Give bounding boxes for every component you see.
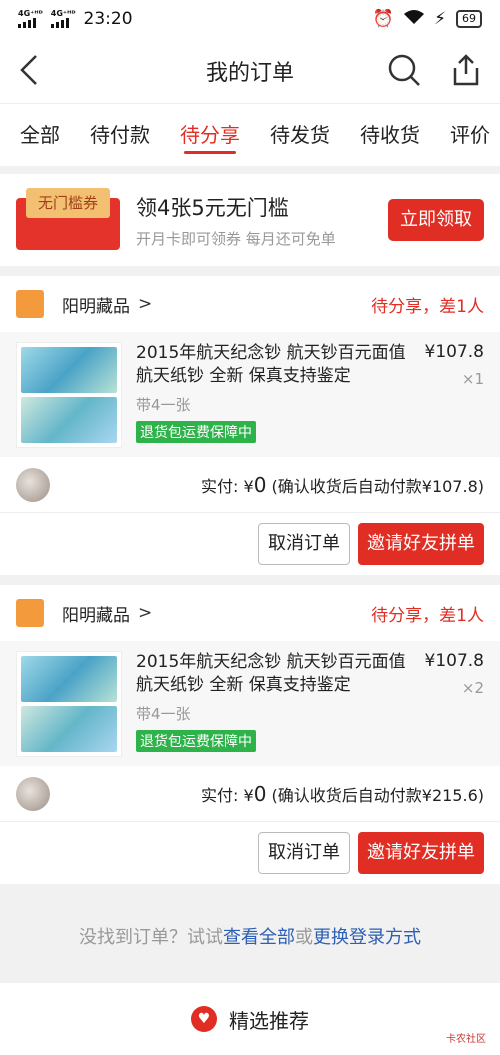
coupon-envelope-icon: 无门槛券 — [16, 188, 120, 252]
pay-label: 实付: ¥ — [201, 476, 254, 496]
not-found-hint: 没找到订单？试试 查看全部或更换登录方式 — [0, 884, 500, 988]
watermark: 卡农社区 — [446, 1034, 486, 1045]
order-card: 阳明藏品 > 待分享，差1人 2015年航天纪念钞 航天钞百元面值 航天纸钞 全… — [0, 585, 500, 884]
wifi-icon — [404, 9, 425, 30]
item-title: 2015年航天纪念钞 航天钞百元面值 航天纸钞 全新 保真支持鉴定 — [136, 652, 406, 695]
shop-logo-icon — [16, 599, 44, 627]
item-price: ¥107.8 — [424, 342, 484, 362]
pay-amount: 0 — [253, 781, 267, 806]
order-item[interactable]: 2015年航天纪念钞 航天钞百元面值 航天纸钞 全新 保真支持鉴定 带4一张 退… — [0, 332, 500, 457]
order-status: 待分享，差1人 — [371, 296, 484, 317]
status-bar: 4G⁺ᴴᴰ 4G⁺ᴴᴰ 23:20 ⏰ ⚡ 69 — [0, 0, 500, 38]
item-quantity: ×2 — [461, 679, 484, 697]
recommend-label: 精选推荐 — [229, 1008, 309, 1033]
shop-name[interactable]: 阳明藏品 — [62, 292, 130, 317]
shop-logo-icon — [16, 290, 44, 318]
coupon-title: 领4张5元无门槛 — [136, 195, 289, 220]
payment-summary: 实付: ¥0 (确认收货后自动付款¥107.8) — [201, 473, 484, 497]
view-all-link[interactable]: 查看全部 — [223, 923, 295, 949]
cancel-order-button[interactable]: 取消订单 — [258, 523, 350, 565]
battery-icon: 69 — [456, 10, 482, 28]
order-header[interactable]: 阳明藏品 > 待分享，差1人 — [0, 585, 500, 641]
coupon-subtitle: 开月卡即可领券 每月还可免单 — [136, 229, 336, 248]
network-label-2: 4G⁺ᴴᴰ — [50, 9, 76, 18]
heart-icon: ♥ — [191, 1006, 217, 1032]
chevron-right-icon: > — [138, 294, 153, 314]
item-price-block: ¥107.8 ×2 — [414, 651, 484, 756]
recommend-header: ♥ 精选推荐 — [0, 983, 500, 1055]
product-image — [16, 651, 122, 757]
tab-pending-share[interactable]: 待分享 — [180, 104, 240, 166]
tab-pending-shipment[interactable]: 待发货 — [270, 104, 330, 166]
pay-note: (确认收货后自动付款¥215.6) — [271, 785, 484, 805]
product-image — [16, 342, 122, 448]
order-card: 阳明藏品 > 待分享，差1人 2015年航天纪念钞 航天钞百元面值 航天纸钞 全… — [0, 276, 500, 575]
tab-pending-receipt[interactable]: 待收货 — [360, 104, 420, 166]
order-payment-row: 实付: ¥0 (确认收货后自动付款¥107.8) — [0, 457, 500, 513]
status-time: 23:20 — [83, 9, 133, 29]
item-quantity: ×1 — [461, 370, 484, 388]
coupon-ticket-label: 无门槛券 — [26, 188, 110, 218]
search-icon[interactable] — [386, 52, 422, 88]
item-spec: 带4一张 — [136, 705, 191, 723]
order-actions: 取消订单 邀请好友拼单 — [0, 513, 500, 575]
item-info: 2015年航天纪念钞 航天钞百元面值 航天纸钞 全新 保真支持鉴定 带4一张 退… — [136, 651, 414, 756]
signal-icon: 4G⁺ᴴᴰ — [18, 10, 43, 28]
coupon-text: 领4张5元无门槛 开月卡即可领券 每月还可免单 — [136, 192, 388, 249]
chevron-right-icon: > — [138, 603, 153, 623]
coupon-banner: 无门槛券 领4张5元无门槛 开月卡即可领券 每月还可免单 立即领取 — [0, 174, 500, 266]
tab-all[interactable]: 全部 — [20, 104, 60, 166]
not-found-text: 没找到订单？试试 — [79, 927, 223, 948]
invite-friend-button[interactable]: 邀请好友拼单 — [358, 832, 484, 874]
order-tabs: 全部 待付款 待分享 待发货 待收货 评价 — [0, 104, 500, 166]
shipping-guarantee-badge: 退货包运费保障中 — [136, 730, 256, 752]
order-item[interactable]: 2015年航天纪念钞 航天钞百元面值 航天纸钞 全新 保真支持鉴定 带4一张 退… — [0, 641, 500, 766]
alarm-icon: ⏰ — [372, 9, 395, 29]
back-icon[interactable] — [14, 52, 50, 88]
item-info: 2015年航天纪念钞 航天钞百元面值 航天纸钞 全新 保真支持鉴定 带4一张 退… — [136, 342, 414, 447]
item-price: ¥107.8 — [424, 651, 484, 671]
avatar[interactable] — [16, 467, 50, 502]
tab-review[interactable]: 评价 — [450, 104, 490, 166]
change-login-link[interactable]: 更换登录方式 — [313, 923, 421, 949]
nav-bar: 我的订单 — [0, 38, 500, 104]
charging-icon: ⚡ — [434, 9, 446, 29]
order-header[interactable]: 阳明藏品 > 待分享，差1人 — [0, 276, 500, 332]
order-status: 待分享，差1人 — [371, 605, 484, 626]
order-actions: 取消订单 邀请好友拼单 — [0, 822, 500, 884]
avatar[interactable] — [16, 776, 50, 811]
pay-note: (确认收货后自动付款¥107.8) — [271, 476, 484, 496]
status-icons: ⏰ ⚡ 69 — [373, 9, 482, 30]
share-icon[interactable] — [448, 52, 484, 88]
item-spec: 带4一张 — [136, 396, 191, 414]
cancel-order-button[interactable]: 取消订单 — [258, 832, 350, 874]
or-text: 或 — [295, 927, 313, 948]
pay-label: 实付: ¥ — [201, 785, 254, 805]
network-label-1: 4G⁺ᴴᴰ — [18, 9, 43, 18]
shipping-guarantee-badge: 退货包运费保障中 — [136, 421, 256, 443]
item-title: 2015年航天纪念钞 航天钞百元面值 航天纸钞 全新 保真支持鉴定 — [136, 343, 406, 386]
item-price-block: ¥107.8 ×1 — [414, 342, 484, 447]
tab-pending-payment[interactable]: 待付款 — [90, 104, 150, 166]
signal-group: 4G⁺ᴴᴰ 4G⁺ᴴᴰ 23:20 — [18, 9, 133, 29]
pay-amount: 0 — [253, 472, 267, 497]
invite-friend-button[interactable]: 邀请好友拼单 — [358, 523, 484, 565]
payment-summary: 实付: ¥0 (确认收货后自动付款¥215.6) — [201, 782, 484, 806]
claim-coupon-button[interactable]: 立即领取 — [388, 199, 484, 241]
signal-icon-2: 4G⁺ᴴᴰ — [50, 9, 76, 28]
page-title: 我的订单 — [205, 60, 294, 86]
order-payment-row: 实付: ¥0 (确认收货后自动付款¥215.6) — [0, 766, 500, 822]
shop-name[interactable]: 阳明藏品 — [62, 601, 130, 626]
